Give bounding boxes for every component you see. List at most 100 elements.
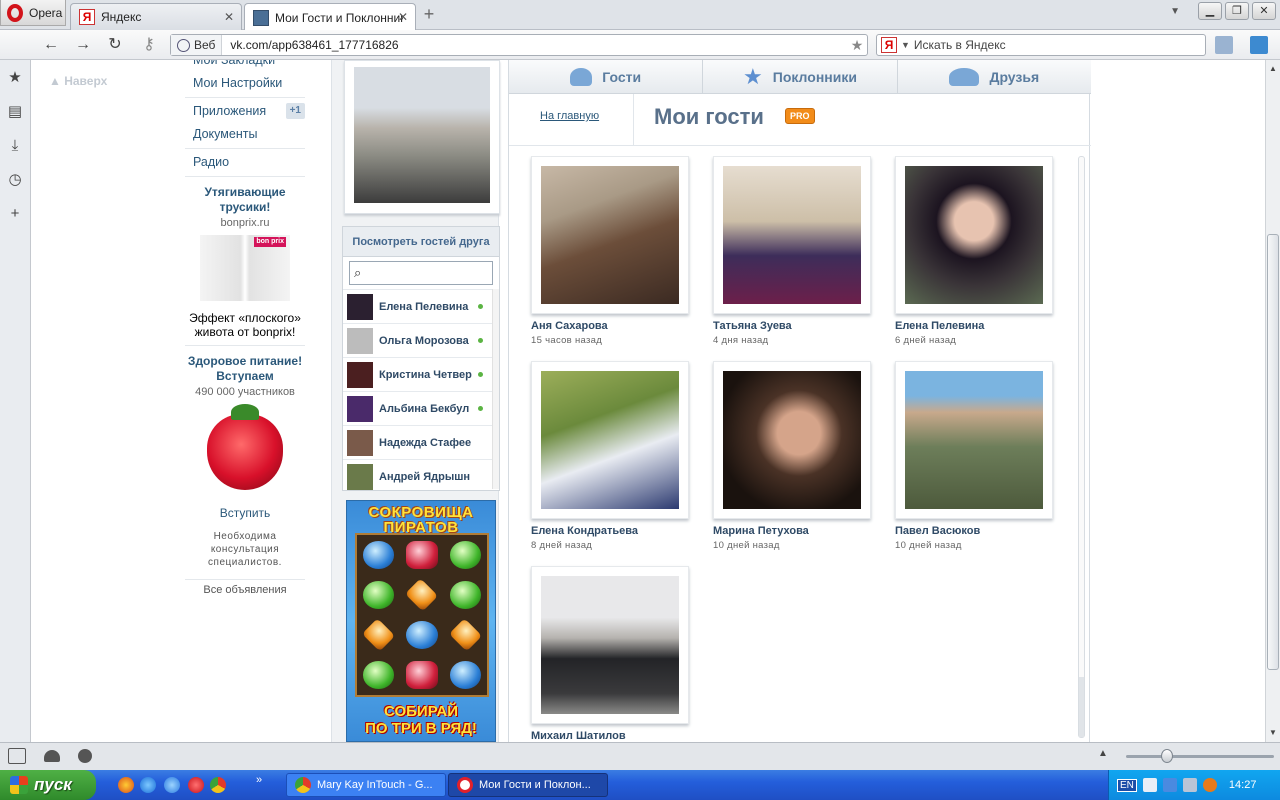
friend-item[interactable]: Кристина Четвер [343, 357, 493, 391]
network-icon[interactable] [1162, 778, 1177, 792]
back-arrow-icon[interactable]: ← [40, 34, 62, 56]
guest-photo[interactable] [541, 371, 679, 509]
game-ad-banner[interactable]: СОКРОВИЩА ПИРАТОВ СОБИРАЙ ПО ТРИ В РЯД! [346, 500, 496, 742]
reload-icon[interactable]: ↻ [104, 34, 126, 56]
chevron-down-icon[interactable]: ▼ [901, 40, 910, 50]
strawberry-image[interactable] [207, 404, 283, 490]
ad-product-image[interactable]: bon prix [200, 235, 290, 301]
zoom-slider-knob[interactable] [1161, 749, 1173, 763]
friend-item[interactable]: Андрей Ядрышн [343, 459, 493, 493]
guest-photo[interactable] [541, 576, 679, 714]
guest-photo-frame[interactable] [713, 156, 871, 314]
ad-healthy-food[interactable]: Здоровое питание! Вступаем 490 000 участ… [185, 348, 305, 569]
guest-name[interactable]: Марина Петухова [713, 525, 871, 537]
ad-bonprix[interactable]: Утягивающие трусики! bonprix.ru bon prix… [185, 179, 305, 339]
guest-photo-frame[interactable] [531, 361, 689, 519]
guest-name[interactable]: Елена Пелевина [895, 320, 1053, 332]
guest-photo-frame[interactable] [531, 156, 689, 314]
opera-icon[interactable] [188, 777, 204, 793]
taskbar-item-opera[interactable]: Мои Гости и Поклон... [448, 773, 608, 797]
menu-item-settings[interactable]: Мои Настройки [185, 72, 305, 95]
bookmarks-star-icon[interactable]: ★ [0, 60, 30, 94]
guest-photo[interactable] [723, 166, 861, 304]
guest-photo-frame[interactable] [895, 156, 1053, 314]
guest-name[interactable]: Татьяна Зуева [713, 320, 871, 332]
scrollbar-thumb[interactable] [1267, 234, 1279, 670]
friend-item[interactable]: Ольга Морозова [343, 323, 493, 357]
minimize-icon[interactable]: ▁ [1198, 2, 1222, 20]
join-button[interactable]: Вступить [187, 506, 303, 520]
guest-card[interactable]: Михаил Шатилов [531, 566, 689, 742]
tab-admirers[interactable]: ★ Поклонники [703, 60, 898, 93]
guest-card[interactable]: Елена Кондратьева 8 дней назад [531, 361, 689, 566]
tab-friends[interactable]: Друзья [897, 60, 1091, 93]
guest-photo[interactable] [905, 166, 1043, 304]
friend-item[interactable]: Елена Пелевина [343, 289, 493, 323]
guest-card[interactable]: Татьяна Зуева 4 дня назад [713, 156, 871, 361]
tab-list-chevron-down-icon[interactable]: ▼ [1170, 6, 1180, 17]
ad-title[interactable]: Здоровое питание! Вступаем [187, 354, 303, 384]
quicklaunch-more-icon[interactable]: » [256, 774, 262, 786]
tab-my-guests[interactable]: Мои Гости и Поклонники ✕ [244, 3, 416, 31]
all-ads-link[interactable]: Все объявления [185, 579, 305, 596]
notes-icon[interactable]: ▤ [0, 94, 30, 128]
url-text[interactable]: vk.com/app638461_177716826 [222, 38, 847, 52]
close-window-icon[interactable]: ✕ [1252, 2, 1276, 20]
guest-card[interactable]: Елена Пелевина 6 дней назад [895, 156, 1053, 361]
quicklaunch-app-icon[interactable] [118, 777, 134, 793]
bookmark-star-icon[interactable]: ★ [847, 37, 867, 54]
menu-item-apps[interactable]: Приложения +1 [185, 100, 305, 123]
scrollbar-thumb[interactable] [1079, 677, 1084, 737]
friends-scrollbar[interactable] [492, 289, 499, 489]
quicklaunch-browser-icon[interactable] [164, 777, 180, 793]
pro-badge[interactable]: PRO [785, 108, 815, 124]
guest-name[interactable]: Аня Сахарова [531, 320, 689, 332]
internet-explorer-icon[interactable] [140, 777, 156, 793]
ad-title[interactable]: Утягивающие трусики! [187, 185, 303, 215]
page-tools-icon[interactable] [1215, 36, 1233, 54]
guest-card[interactable]: Павел Васюков 10 дней назад [895, 361, 1053, 566]
guest-name[interactable]: Павел Васюков [895, 525, 1053, 537]
friend-item[interactable]: Альбина Бекбул [343, 391, 493, 425]
antivirus-icon[interactable] [1202, 778, 1217, 792]
guest-name[interactable]: Елена Кондратьева [531, 525, 689, 537]
wand-key-icon[interactable]: ⚷ [136, 34, 162, 56]
guest-card[interactable]: Марина Петухова 10 дней назад [713, 361, 871, 566]
zoom-up-arrow-icon[interactable]: ▲ [1098, 748, 1108, 759]
panel-toggle-icon[interactable] [8, 748, 26, 764]
taskbar-item-chrome[interactable]: Mary Kay InTouch - G... [286, 773, 446, 797]
mail-icon[interactable] [1250, 36, 1268, 54]
guest-photo[interactable] [905, 371, 1043, 509]
tab-yandex[interactable]: Я Яндекс ✕ [70, 3, 242, 30]
menu-item-radio[interactable]: Радио [185, 151, 305, 174]
scroll-down-arrow-icon[interactable]: ▼ [1266, 726, 1280, 740]
friend-search-input[interactable]: ⌕ [349, 261, 493, 285]
tab-close-icon[interactable]: ✕ [224, 10, 234, 24]
guest-photo-frame[interactable] [713, 361, 871, 519]
add-panel-plus-icon[interactable]: + [0, 196, 30, 230]
new-tab-plus-icon[interactable]: + [420, 5, 438, 24]
zoom-slider[interactable] [1126, 755, 1274, 758]
turbo-icon[interactable] [78, 749, 92, 763]
avatar[interactable] [354, 67, 490, 203]
downloads-icon[interactable]: ⤓ [0, 128, 30, 162]
opera-menu-button[interactable]: Opera [0, 0, 66, 26]
guest-photo-frame[interactable] [895, 361, 1053, 519]
menu-item-bookmarks[interactable]: Мои Закладки [185, 60, 305, 72]
search-input[interactable]: Я ▼ Искать в Яндекс [876, 34, 1206, 56]
clock[interactable]: 14:27 [1229, 779, 1257, 791]
guest-photo[interactable] [723, 371, 861, 509]
friend-item[interactable]: Надежда Стафее [343, 425, 493, 459]
forward-arrow-icon[interactable]: → [72, 34, 94, 56]
address-bar[interactable]: Веб vk.com/app638461_177716826 ★ [170, 34, 868, 56]
help-icon[interactable] [1142, 778, 1157, 792]
guest-photo[interactable] [541, 166, 679, 304]
volume-icon[interactable] [1182, 778, 1197, 792]
chrome-icon[interactable] [210, 777, 226, 793]
tab-guests[interactable]: Гости [509, 60, 704, 93]
start-button[interactable]: пуск [0, 770, 96, 800]
history-clock-icon[interactable]: ◷ [0, 162, 30, 196]
security-badge[interactable]: Веб [171, 35, 223, 55]
language-indicator[interactable]: EN [1117, 778, 1137, 792]
guest-card[interactable]: Аня Сахарова 15 часов назад [531, 156, 689, 361]
